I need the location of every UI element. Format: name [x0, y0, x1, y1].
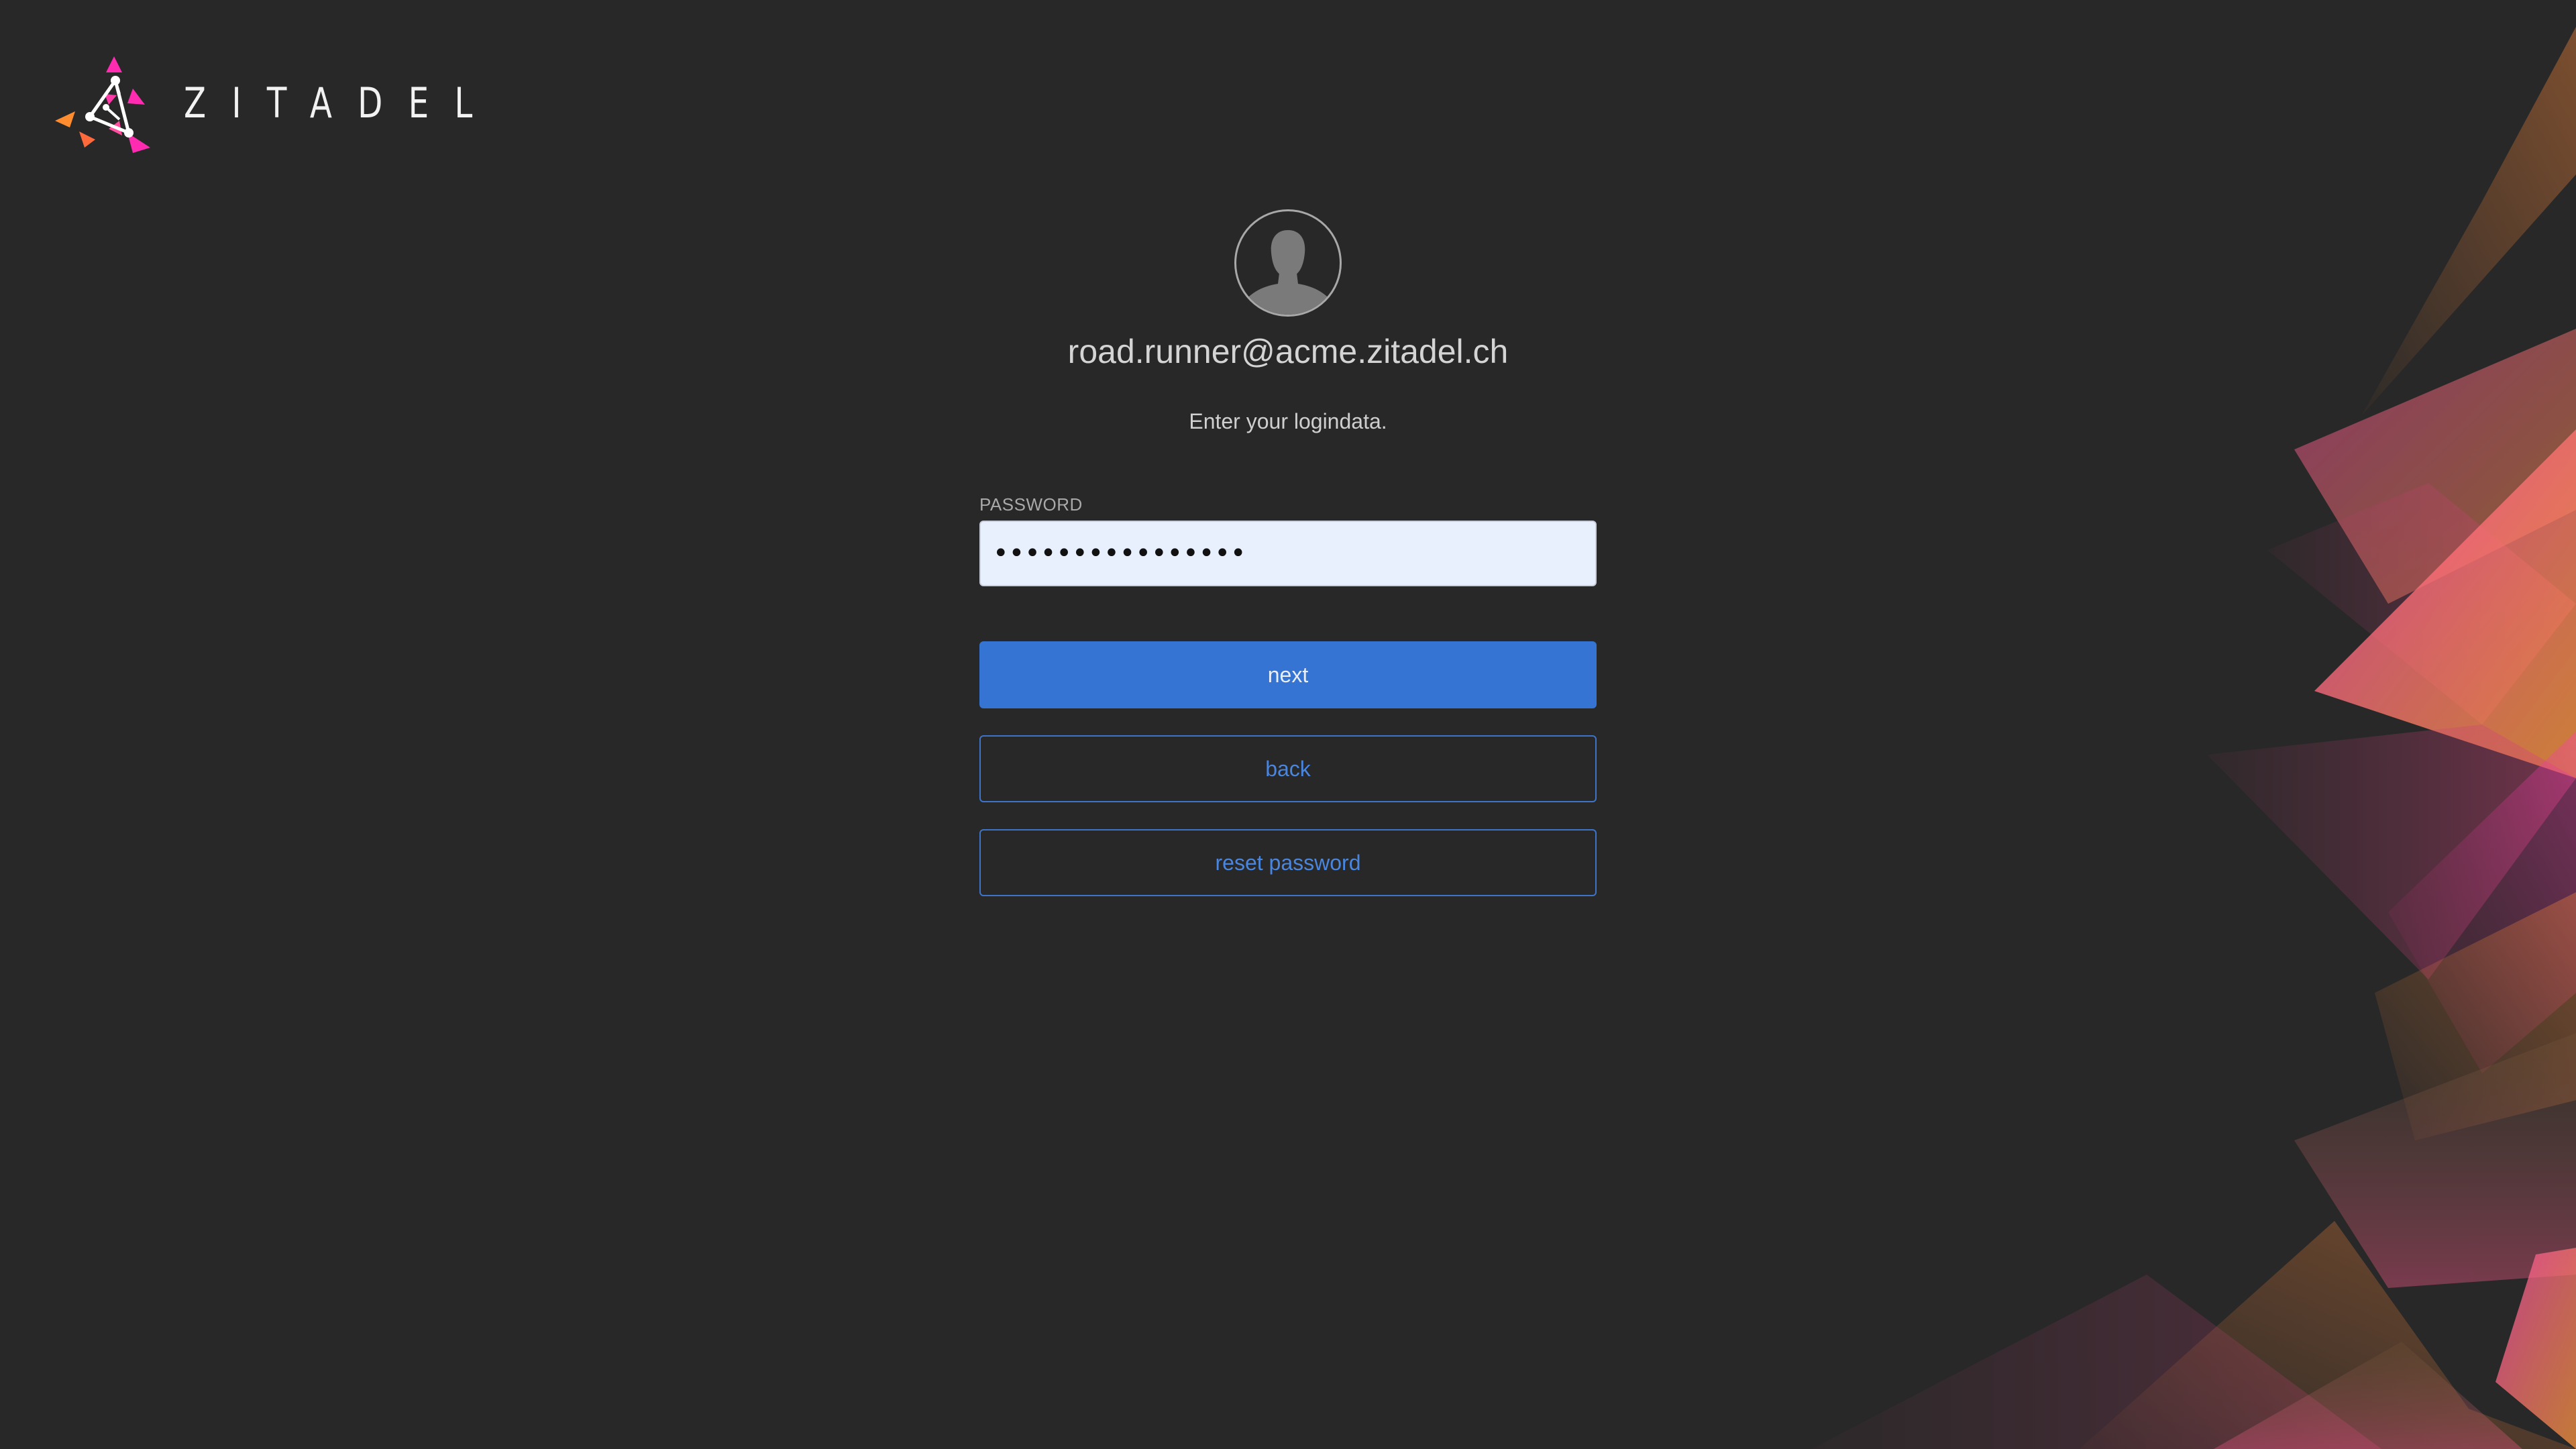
user-display-name: road.runner@acme.zitadel.ch: [1067, 333, 1509, 370]
user-avatar-icon: [1234, 209, 1342, 317]
reset-password-button[interactable]: reset password: [979, 829, 1597, 896]
next-button[interactable]: next: [979, 641, 1597, 708]
password-field[interactable]: [979, 521, 1597, 586]
brand-wordmark: ZITADEL: [184, 78, 498, 127]
login-instruction: Enter your logindata.: [1189, 409, 1387, 433]
login-page: ZITADEL road.runner@acme.zitadel.ch Ente…: [0, 0, 2576, 1449]
back-button[interactable]: back: [979, 735, 1597, 802]
zitadel-logo-icon: [55, 56, 150, 153]
brand-logo[interactable]: ZITADEL: [52, 54, 587, 153]
password-label: PASSWORD: [979, 494, 1083, 515]
